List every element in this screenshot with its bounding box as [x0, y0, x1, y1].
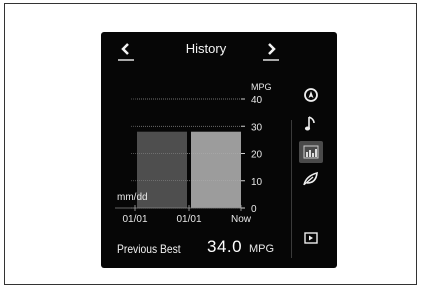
previous-best-unit: MPG — [249, 243, 275, 255]
x-tick-label: 01/01 — [122, 214, 147, 225]
y-tick-label: 30 — [251, 122, 263, 133]
navigation-button[interactable] — [299, 84, 323, 106]
y-tick-label: 20 — [251, 150, 263, 161]
screen-toggle-button[interactable] — [299, 227, 323, 249]
previous-best-label: Previous Best — [117, 242, 181, 256]
illustration-frame: History 0 10 20 30 40 MPG mm/dd 01/01 01/01 Now — [4, 3, 417, 285]
side-divider — [291, 120, 292, 258]
x-tick-label: 01/01 — [176, 214, 201, 225]
eco-leaf-icon — [303, 171, 318, 186]
previous-best-value: 34.0 — [207, 237, 243, 256]
y-tick-label: 10 — [251, 177, 263, 188]
navigation-icon — [304, 88, 318, 102]
display-screen: History 0 10 20 30 40 MPG mm/dd 01/01 01/01 Now — [101, 32, 337, 268]
eco-button[interactable] — [299, 168, 323, 190]
audio-button[interactable] — [299, 113, 323, 135]
screen-toggle-icon — [304, 232, 318, 244]
y-axis-label: MPG — [251, 82, 272, 92]
fuel-history-button[interactable] — [299, 141, 323, 163]
fuel-history-chart-icon — [303, 145, 319, 159]
y-tick-label: 0 — [251, 204, 257, 215]
bar — [191, 131, 241, 208]
music-note-icon — [304, 116, 315, 131]
y-tick-label: 40 — [251, 95, 263, 106]
x-axis-label: mm/dd — [117, 192, 148, 203]
x-tick-label: Now — [231, 214, 252, 225]
